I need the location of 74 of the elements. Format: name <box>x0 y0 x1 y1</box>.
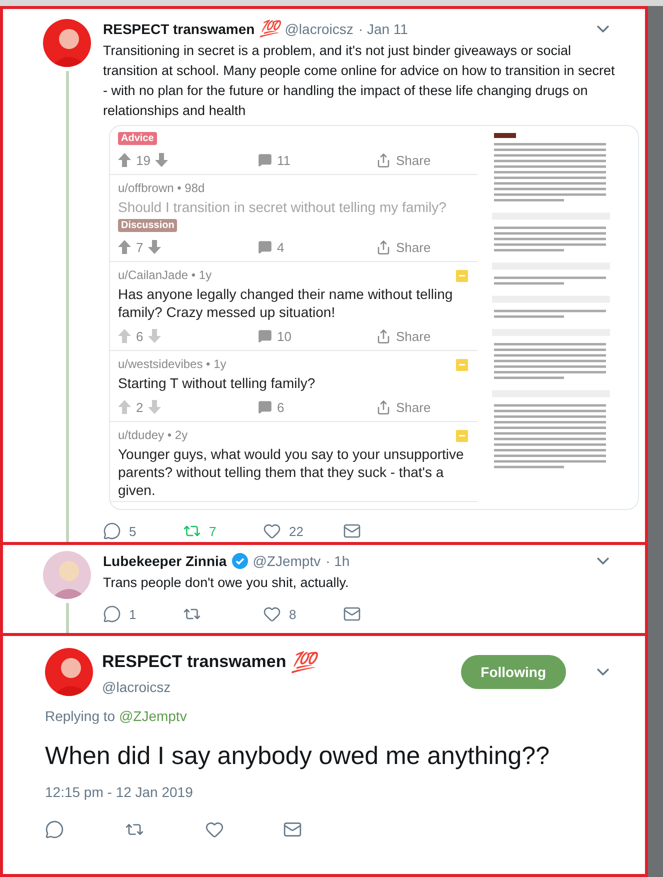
post-card[interactable]: u/offbrown • 98d Should I transition in secret without telling my family? Discussion 7 4 Share <box>110 175 478 262</box>
comment-icon[interactable] <box>258 329 272 343</box>
heart-icon[interactable] <box>263 522 281 540</box>
post-title[interactable]: Starting T without telling family? <box>118 374 468 392</box>
post-meta: u/westsidevibes • 1y <box>118 357 228 371</box>
comment-icon[interactable] <box>258 153 272 167</box>
following-button[interactable]: Following <box>460 655 566 689</box>
post-card[interactable]: u/tdudey • 2y Younger guys, what would you say to your unsupportive parents? without telling them that they suck - that's a given. <box>110 422 478 502</box>
replying-to-text: Replying to @ZJemptv <box>45 708 188 724</box>
mail-icon[interactable] <box>343 605 361 623</box>
display-name[interactable]: Lubekeeper Zinnia <box>103 553 227 569</box>
vote-count: 6 <box>136 328 144 344</box>
action-count: 7 <box>209 524 216 538</box>
share-icon[interactable] <box>376 400 391 414</box>
user-handle[interactable]: @ZJemptv <box>252 553 321 569</box>
avatar[interactable] <box>45 648 93 696</box>
post-title[interactable]: Has anyone legally changed their name without telling family? Crazy messed up situation! <box>118 285 468 321</box>
flair-tag: Advice <box>118 132 157 145</box>
upvote-icon[interactable] <box>118 240 131 254</box>
action-count: 22 <box>289 524 304 538</box>
vote-count: 2 <box>136 400 144 414</box>
downvote-icon[interactable] <box>148 240 162 254</box>
heart-icon[interactable] <box>263 605 281 623</box>
mail-icon[interactable] <box>283 820 302 838</box>
comment-count: 4 <box>277 240 284 254</box>
tweet-text: Trans people don't owe you shit, actually. <box>103 574 350 592</box>
user-handle[interactable]: @lacroicsz <box>102 678 316 694</box>
post-title[interactable]: Should I transition in secret without telling my family? <box>118 198 468 216</box>
mail-icon[interactable] <box>343 522 361 540</box>
user-handle[interactable]: @lacroicsz <box>284 21 354 37</box>
tweet-text: When did I say anybody owed me anything?? <box>45 741 550 772</box>
avatar[interactable] <box>43 19 91 67</box>
timestamp[interactable]: 12:15 pm - 12 Jan 2019 <box>45 784 645 800</box>
share-icon[interactable] <box>376 152 391 168</box>
post-card[interactable]: u/CailanJade • 1y Has anyone legally changed their name without telling family? Crazy messed up situation! 6 10 Share <box>110 262 478 351</box>
display-name[interactable]: RESPECT transwamen <box>102 652 286 672</box>
display-name[interactable]: RESPECT transwamen <box>103 21 255 37</box>
reply-icon[interactable] <box>45 820 64 838</box>
action-count: 5 <box>129 524 136 538</box>
action-count: 1 <box>129 606 136 622</box>
tweet-time[interactable]: · 1h <box>326 553 350 569</box>
tweet-text: Transitioning in secret is a problem, and it's not just binder giveaways or social transition at school. Many people come online for advice on how to transition in secret - with no plan for the future or handling the impact of these life changing drugs on relationships and health <box>103 42 616 120</box>
reply-icon[interactable] <box>103 522 121 540</box>
post-meta: u/offbrown • 98d <box>118 181 206 195</box>
post-card[interactable]: u/westsidevibes • 1y Starting T without telling family? 2 6 Share <box>110 351 478 422</box>
upvote-icon[interactable] <box>118 153 131 167</box>
tweet-time[interactable]: · Jan 11 <box>358 21 408 37</box>
post-card[interactable]: Advice 19 11 Share <box>110 126 478 175</box>
action-count: 8 <box>289 606 296 622</box>
reply-icon[interactable] <box>103 605 121 623</box>
comment-icon[interactable] <box>258 240 272 254</box>
avatar[interactable] <box>43 551 91 599</box>
downvote-icon[interactable] <box>155 153 168 167</box>
share-icon[interactable] <box>376 240 391 254</box>
comment-count: 6 <box>277 400 284 414</box>
vote-count: 7 <box>136 240 144 254</box>
vote-count: 19 <box>136 152 150 168</box>
hundred-emoji: 💯 <box>291 650 316 674</box>
heart-icon[interactable] <box>205 820 224 838</box>
share-link[interactable]: Share <box>396 240 431 254</box>
comment-icon[interactable] <box>258 400 272 414</box>
share-icon[interactable] <box>376 328 391 344</box>
share-link[interactable]: Share <box>396 152 431 168</box>
share-link[interactable]: Share <box>396 400 431 414</box>
hundred-emoji: 💯 <box>260 19 280 39</box>
comment-count: 10 <box>277 328 292 344</box>
flair-tag: Discussion <box>118 219 178 232</box>
share-link[interactable]: Share <box>396 328 431 344</box>
comment-count: 11 <box>277 152 290 168</box>
post-meta: u/tdudey • 2y <box>118 428 189 442</box>
attached-image[interactable] <box>109 125 639 510</box>
post-title[interactable]: Younger guys, what would you say to your unsupportive parents? without telling them that they suck - that's a given. <box>118 445 468 499</box>
post-meta: u/CailanJade • 1y <box>118 268 213 282</box>
mention-link[interactable]: @ZJemptv <box>118 708 187 724</box>
